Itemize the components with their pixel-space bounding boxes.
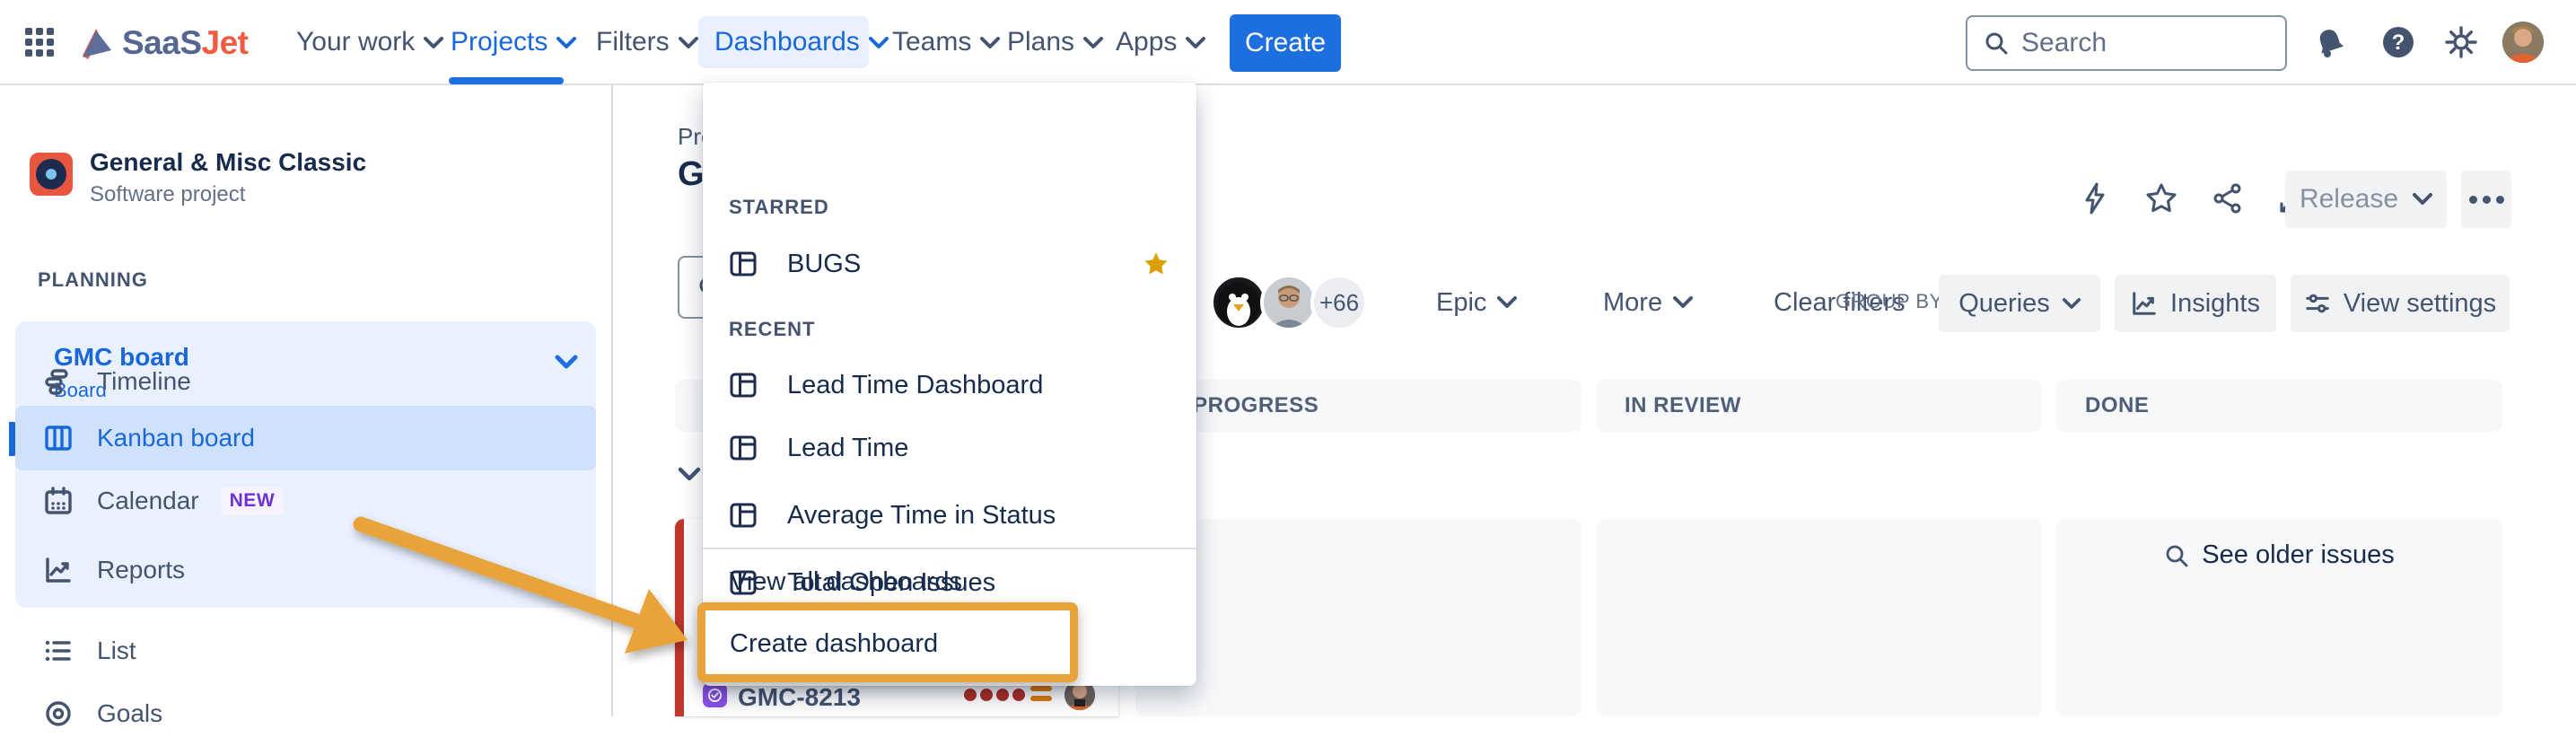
column-header-in-progress: IN PROGRESS (1135, 380, 1582, 432)
release-button[interactable]: Release (2285, 171, 2447, 228)
view-settings-button[interactable]: View settings (2291, 275, 2510, 332)
menu-item-average-time-in-status[interactable]: Average Time in Status (703, 484, 1196, 547)
column-header-done: DONE (2056, 380, 2502, 432)
sidebar-item-calendar[interactable]: Calendar NEW (15, 469, 596, 533)
reports-chart-icon (43, 555, 74, 585)
create-button[interactable]: Create (1230, 14, 1341, 72)
avatar[interactable] (1210, 274, 1267, 331)
chevron-down-icon (2413, 193, 2432, 206)
column-header-in-review: IN REVIEW (1596, 380, 2042, 432)
notifications-bell-icon[interactable] (2309, 21, 2352, 64)
chevron-down-icon (2063, 298, 2081, 310)
nav-plans[interactable]: Plans (1007, 0, 1103, 83)
starred-section-label: STARRED (729, 196, 829, 219)
timeline-icon (43, 366, 74, 397)
nav-apps[interactable]: Apps (1116, 0, 1205, 83)
app-switcher-icon[interactable] (25, 28, 54, 57)
chevron-down-icon (556, 37, 576, 49)
column-in-progress-body (1135, 519, 1582, 716)
chevron-down-icon (980, 37, 1000, 49)
logo-mark-icon (77, 25, 115, 61)
menu-item-lead-time-dashboard[interactable]: Lead Time Dashboard (703, 354, 1196, 417)
chevron-down-icon (1497, 296, 1517, 309)
search-placeholder: Search (2021, 28, 2107, 58)
share-icon[interactable] (2211, 181, 2245, 215)
settings-gear-icon[interactable] (2440, 21, 2483, 64)
swimlane-collapse-chevron[interactable] (678, 467, 701, 486)
chevron-down-icon (424, 37, 443, 49)
project-name: General & Misc Classic (90, 148, 366, 177)
column-in-review-body (1596, 519, 2042, 716)
sidebar-item-goals[interactable]: Goals (15, 681, 596, 746)
svg-text:?: ? (2392, 31, 2405, 55)
menu-item-bugs[interactable]: BUGS (703, 233, 1196, 295)
status-dots (964, 689, 1025, 701)
chevron-down-icon (869, 37, 889, 49)
automation-lightning-icon[interactable] (2078, 181, 2112, 215)
insights-chart-icon (2131, 290, 2158, 317)
avatar[interactable] (1260, 274, 1318, 331)
epic-filter[interactable]: Epic (1436, 276, 1517, 329)
dashboard-icon (730, 434, 757, 461)
column-done-body: See older issues (2056, 519, 2502, 716)
recent-section-label: RECENT (729, 318, 815, 341)
more-filter[interactable]: More (1603, 276, 1693, 329)
nav-filters[interactable]: Filters (596, 0, 698, 83)
create-dashboard-link[interactable]: Create dashboard (703, 614, 1196, 673)
nav-your-work[interactable]: Your work (296, 0, 443, 83)
sliders-icon (2304, 290, 2331, 317)
sidebar-item-kanban-board[interactable]: Kanban board (15, 406, 596, 470)
nav-teams[interactable]: Teams (892, 0, 1000, 83)
see-older-issues-link[interactable]: See older issues (2056, 540, 2502, 570)
user-avatar[interactable] (2502, 22, 2544, 63)
nav-dashboards[interactable]: Dashboards (714, 0, 889, 83)
chevron-down-icon (1083, 37, 1103, 49)
project-sidebar: General & Misc Classic Software project … (0, 85, 613, 716)
project-type: Software project (90, 182, 245, 207)
dashboards-dropdown-menu: STARRED BUGS RECENT Lead Time Dashboard … (703, 83, 1196, 686)
planning-section-label: PLANNING (38, 268, 148, 292)
menu-item-lead-time[interactable]: Lead Time (703, 417, 1196, 479)
priority-medium-icon (1030, 686, 1052, 704)
menu-divider (703, 548, 1196, 549)
sidebar-item-list[interactable]: List (15, 619, 596, 683)
dashboard-icon (730, 372, 757, 399)
calendar-icon (43, 486, 74, 516)
board-more-actions-button[interactable] (2461, 171, 2511, 228)
sidebar-item-reports[interactable]: Reports (15, 538, 596, 602)
issue-type-icon (703, 683, 727, 707)
project-avatar[interactable] (30, 153, 73, 196)
goals-target-icon (43, 698, 74, 729)
help-icon[interactable]: ? (2377, 21, 2420, 64)
star-filled-icon[interactable] (1143, 250, 1170, 277)
insights-button[interactable]: Insights (2115, 275, 2276, 332)
record-disc-icon (36, 159, 66, 189)
issue-card[interactable]: GMC-8213 (684, 683, 1118, 716)
group-by-label: GROUP BY (1836, 290, 1943, 313)
group-by-select[interactable]: Queries (1939, 275, 2100, 332)
view-all-dashboards-link[interactable]: View all dashboards (703, 552, 1196, 611)
chevron-down-icon (679, 37, 698, 49)
issue-key[interactable]: GMC-8213 (738, 683, 861, 712)
star-icon[interactable] (2144, 181, 2178, 215)
search-input[interactable]: Search (1966, 15, 2287, 71)
sidebar-item-timeline[interactable]: Timeline (15, 349, 596, 414)
new-badge: NEW (221, 487, 285, 515)
chevron-down-icon (1186, 37, 1205, 49)
dashboard-icon (730, 502, 757, 529)
dashboard-icon (730, 250, 757, 277)
nav-projects[interactable]: Projects (451, 0, 576, 83)
saasjet-logo[interactable]: SaaSJet (77, 16, 249, 70)
board-action-icons (2078, 170, 2311, 227)
logo-text: SaaSJet (122, 24, 249, 62)
avatar-overflow-count[interactable]: +66 (1310, 274, 1368, 331)
kanban-board-icon (43, 423, 74, 453)
top-navigation: SaaSJet Your work Projects Filters Dashb… (0, 0, 2576, 85)
search-icon (1984, 31, 2009, 56)
assignee-avatars: +66 (1210, 274, 1368, 331)
chevron-down-icon (1673, 296, 1693, 309)
search-icon (2164, 543, 2189, 568)
list-icon (43, 636, 74, 666)
